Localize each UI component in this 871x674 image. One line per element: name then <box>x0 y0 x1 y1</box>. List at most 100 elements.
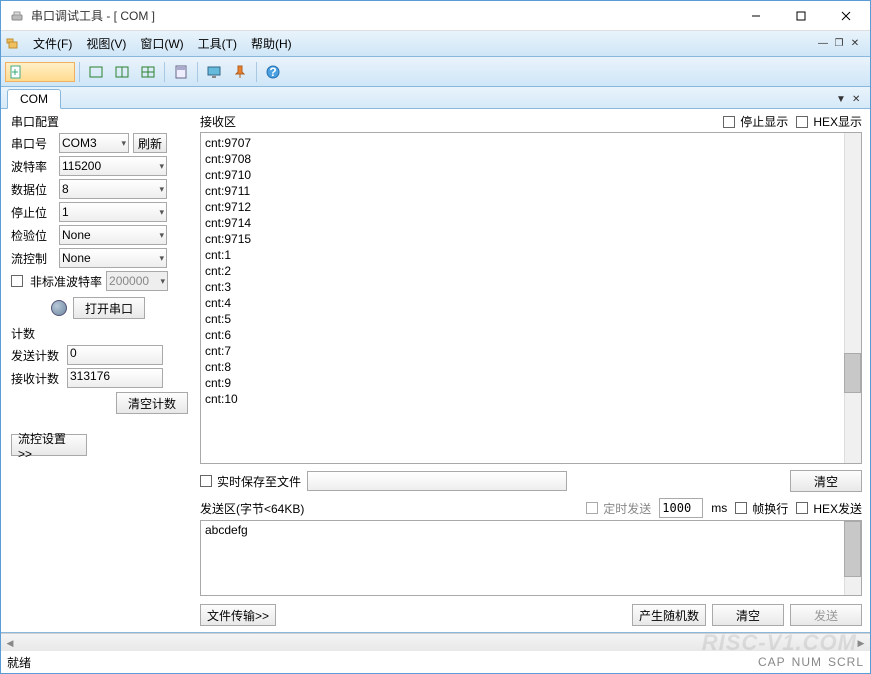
window-title: 串口调试工具 - [ COM ] <box>31 7 733 24</box>
stop-bits-select[interactable]: 1▾ <box>59 202 167 222</box>
clear-counter-button[interactable]: 清空计数 <box>116 392 188 414</box>
port-label: 串口号 <box>11 135 55 152</box>
timed-send-checkbox[interactable] <box>586 502 598 514</box>
toolbar-help-icon[interactable]: ? <box>261 60 285 84</box>
nonstd-baud-select: 200000▾ <box>106 271 168 291</box>
left-panel: 串口配置 串口号 COM3▾ 刷新 波特率 115200▾ 数据位 8▾ 停止位… <box>1 109 196 632</box>
serial-config-title: 串口配置 <box>11 113 188 130</box>
hex-display-checkbox[interactable] <box>796 116 808 128</box>
rx-scrollbar[interactable] <box>844 133 861 463</box>
hex-send-checkbox[interactable] <box>796 502 808 514</box>
menu-window[interactable]: 窗口(W) <box>134 33 189 54</box>
baud-select[interactable]: 115200▾ <box>59 156 167 176</box>
receive-textarea[interactable]: cnt:9707 cnt:9708 cnt:9710 cnt:9711 cnt:… <box>200 132 862 464</box>
save-to-file-label: 实时保存至文件 <box>217 473 301 490</box>
menu-file[interactable]: 文件(F) <box>27 33 78 54</box>
toolbar-layout3-icon[interactable] <box>136 60 160 84</box>
toolbar-calc-icon[interactable] <box>169 60 193 84</box>
menu-view[interactable]: 视图(V) <box>80 33 132 54</box>
send-content: abcdefg <box>205 523 248 537</box>
refresh-button[interactable]: 刷新 <box>133 133 167 153</box>
chevron-down-icon: ▾ <box>160 276 165 287</box>
rx-clear-button[interactable]: 清空 <box>790 470 862 492</box>
toolbar: ? <box>1 57 870 87</box>
gen-random-button[interactable]: 产生随机数 <box>632 604 706 626</box>
mdi-restore-icon[interactable]: ❐ <box>832 37 846 51</box>
parity-label: 检验位 <box>11 227 55 244</box>
status-ready: 就绪 <box>7 654 31 671</box>
document-tab-row: COM ▼ ✕ <box>1 87 870 109</box>
recv-count-field[interactable]: 313176 <box>67 368 163 388</box>
client-area: 串口配置 串口号 COM3▾ 刷新 波特率 115200▾ 数据位 8▾ 停止位… <box>1 109 870 633</box>
chevron-down-icon: ▾ <box>121 138 126 149</box>
send-count-field[interactable]: 0 <box>67 345 163 365</box>
chevron-down-icon: ▾ <box>159 184 164 195</box>
chevron-down-icon: ▾ <box>159 161 164 172</box>
mdi-minimize-icon[interactable]: — <box>816 37 830 51</box>
svg-text:?: ? <box>269 65 276 79</box>
port-select[interactable]: COM3▾ <box>59 133 129 153</box>
nonstd-baud-label: 非标准波特率 <box>30 273 102 290</box>
tx-scrollbar[interactable] <box>844 521 861 595</box>
stop-display-label: 停止显示 <box>740 113 788 130</box>
chevron-down-icon: ▾ <box>159 207 164 218</box>
status-scrl: SCRL <box>828 655 864 669</box>
tx-clear-button[interactable]: 清空 <box>712 604 784 626</box>
data-bits-select[interactable]: 8▾ <box>59 179 167 199</box>
timed-send-interval-input[interactable] <box>659 498 703 518</box>
menu-bar: 文件(F) 视图(V) 窗口(W) 工具(T) 帮助(H) — ❐ ✕ <box>1 31 870 57</box>
nonstd-baud-checkbox[interactable] <box>11 275 23 287</box>
status-bar: 就绪 CAP NUM SCRL <box>1 651 870 673</box>
status-caps: CAP <box>758 655 786 669</box>
chevron-down-icon: ▾ <box>159 230 164 241</box>
hex-display-label: HEX显示 <box>813 113 862 130</box>
minimize-button[interactable] <box>733 2 778 30</box>
close-button[interactable] <box>823 2 868 30</box>
toolbar-layout2-icon[interactable] <box>110 60 134 84</box>
status-num: NUM <box>792 655 822 669</box>
flow-ctrl-label: 流控制 <box>11 250 55 267</box>
toolbar-pin-icon[interactable] <box>228 60 252 84</box>
tab-com[interactable]: COM <box>7 89 61 109</box>
linewrap-label: 帧换行 <box>752 500 788 517</box>
data-bits-label: 数据位 <box>11 181 55 198</box>
chevron-down-icon: ▾ <box>159 253 164 264</box>
save-file-path-input[interactable] <box>307 471 567 491</box>
timed-send-unit: ms <box>711 501 727 515</box>
stop-bits-label: 停止位 <box>11 204 55 221</box>
app-icon <box>9 8 25 24</box>
tx-title: 发送区(字节<64KB) <box>200 500 304 517</box>
maximize-button[interactable] <box>778 2 823 30</box>
stop-display-checkbox[interactable] <box>723 116 735 128</box>
save-to-file-checkbox[interactable] <box>200 475 212 487</box>
menu-app-icon <box>5 36 21 52</box>
timed-send-label: 定时发送 <box>603 500 651 517</box>
parity-select[interactable]: None▾ <box>59 225 167 245</box>
mdi-close-icon[interactable]: ✕ <box>848 37 862 51</box>
port-status-led-icon <box>51 300 67 316</box>
open-port-button[interactable]: 打开串口 <box>73 297 145 319</box>
rx-title: 接收区 <box>200 113 236 130</box>
menu-tool[interactable]: 工具(T) <box>192 33 243 54</box>
baud-label: 波特率 <box>11 158 55 175</box>
horizontal-scrollbar[interactable]: ◀ ▶ <box>1 633 870 651</box>
send-button[interactable]: 发送 <box>790 604 862 626</box>
toolbar-monitor-icon[interactable] <box>202 60 226 84</box>
counter-title: 计数 <box>11 325 188 342</box>
right-panel: 接收区 停止显示 HEX显示 cnt:9707 cnt:9708 cnt:971… <box>196 109 870 632</box>
linewrap-checkbox[interactable] <box>735 502 747 514</box>
toolbar-layout1-icon[interactable] <box>84 60 108 84</box>
flow-ctrl-select[interactable]: None▾ <box>59 248 167 268</box>
hscroll-left-icon[interactable]: ◀ <box>1 634 19 652</box>
hex-send-label: HEX发送 <box>813 500 862 517</box>
toolbar-new-icon[interactable] <box>5 62 75 82</box>
send-count-label: 发送计数 <box>11 347 67 364</box>
recv-count-label: 接收计数 <box>11 370 67 387</box>
tab-dropdown-icon[interactable]: ▼ <box>836 94 848 106</box>
flowctrl-settings-button[interactable]: 流控设置>> <box>11 434 87 456</box>
hscroll-right-icon[interactable]: ▶ <box>852 634 870 652</box>
send-textarea[interactable]: abcdefg <box>200 520 862 596</box>
tab-close-icon[interactable]: ✕ <box>852 94 864 106</box>
file-transfer-button[interactable]: 文件传输>> <box>200 604 276 626</box>
menu-help[interactable]: 帮助(H) <box>245 33 298 54</box>
